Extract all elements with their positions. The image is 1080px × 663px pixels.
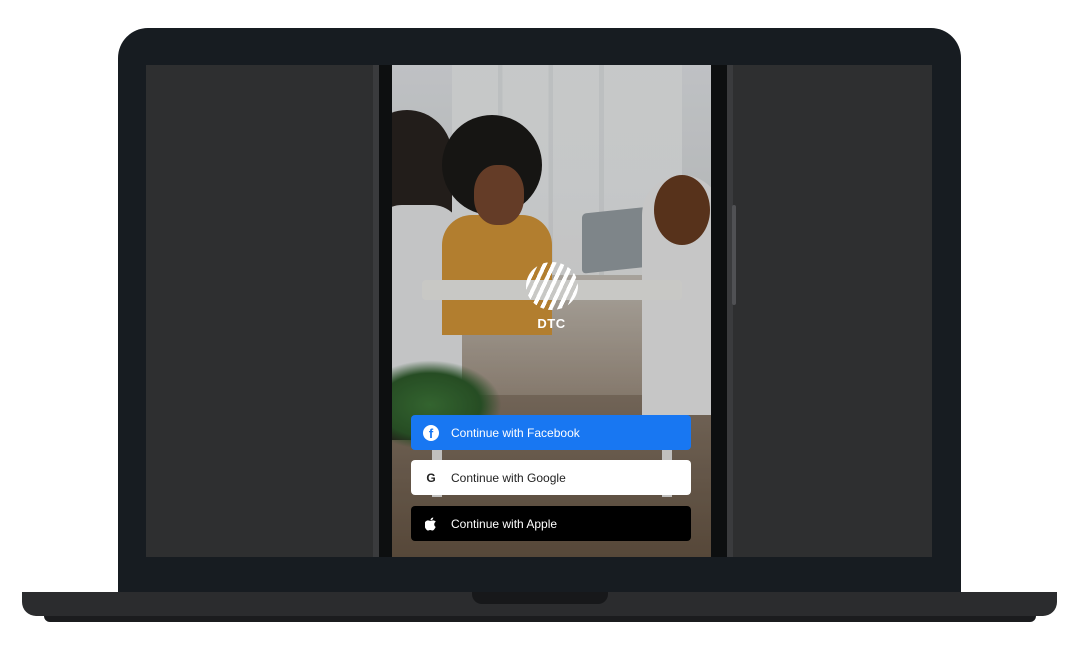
- phone-bezel-left: [373, 65, 379, 557]
- apple-icon: [423, 516, 439, 532]
- brand-logo: DTC: [392, 262, 711, 331]
- continue-with-google-button[interactable]: G Continue with Google: [411, 460, 691, 495]
- continue-with-facebook-button[interactable]: f Continue with Facebook: [411, 415, 691, 450]
- phone-bezel-right: [727, 65, 733, 557]
- dtc-logo-icon: [525, 262, 578, 310]
- facebook-button-label: Continue with Facebook: [451, 425, 580, 440]
- apple-button-label: Continue with Apple: [451, 516, 558, 531]
- logo-text: DTC: [537, 316, 566, 331]
- google-button-label: Continue with Google: [451, 470, 566, 485]
- facebook-icon: f: [423, 424, 439, 441]
- phone-display: DTC f Continue with Facebook G Continue …: [392, 65, 711, 557]
- laptop-base-shadow: [44, 616, 1036, 622]
- google-icon: G: [426, 470, 436, 485]
- phone-side-button: [732, 205, 736, 305]
- laptop-screen: DTC f Continue with Facebook G Continue …: [146, 65, 932, 557]
- laptop-notch: [472, 592, 608, 604]
- continue-with-apple-button[interactable]: Continue with Apple: [411, 506, 691, 541]
